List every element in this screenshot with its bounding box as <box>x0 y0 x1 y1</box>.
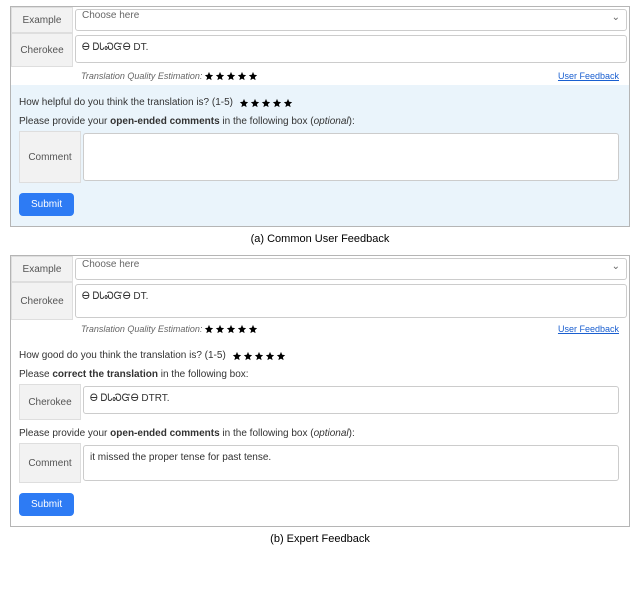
comment-label: Comment <box>19 443 81 483</box>
correction-input[interactable]: Ꮎ ᎠᏓᏍᏳᎾ DTRT. <box>83 386 619 414</box>
star-icon[interactable] <box>261 98 271 108</box>
example-select[interactable]: Choose here <box>75 9 627 31</box>
caption-a: (a) Common User Feedback <box>0 233 640 245</box>
expert-feedback-panel: Example Choose here Cherokee Ꮎ ᎠᏓᏍᏳᎾ DT.… <box>10 255 630 527</box>
star-icon <box>226 324 236 334</box>
quality-estimation-row: Translation Quality Estimation: User Fee… <box>11 67 629 85</box>
quality-stars <box>204 324 258 334</box>
cherokee-output: Ꮎ ᎠᏓᏍᏳᎾ DT. <box>75 284 627 318</box>
comment-label: Comment <box>19 131 81 183</box>
star-icon[interactable] <box>283 98 293 108</box>
comment-input[interactable]: it missed the proper tense for past tens… <box>83 445 619 481</box>
quality-estimation-row: Translation Quality Estimation: User Fee… <box>11 320 629 338</box>
cherokee-label: Cherokee <box>11 282 73 320</box>
helpful-question: How helpful do you think the translation… <box>19 97 621 108</box>
example-label: Example <box>11 256 73 282</box>
good-stars[interactable] <box>232 351 286 361</box>
cherokee-output: Ꮎ ᎠᏓᏍᏳᎾ DT. <box>75 35 627 63</box>
cherokee-label: Cherokee <box>11 33 73 67</box>
comment-input[interactable] <box>83 133 619 181</box>
expert-feedback-area: How good do you think the translation is… <box>11 338 629 526</box>
good-question: How good do you think the translation is… <box>19 350 621 361</box>
submit-button[interactable]: Submit <box>19 493 74 516</box>
user-feedback-link[interactable]: User Feedback <box>558 71 619 81</box>
star-icon <box>248 324 258 334</box>
star-icon <box>204 324 214 334</box>
common-feedback-panel: Example Choose here Cherokee Ꮎ ᎠᏓᏍᏳᎾ DT.… <box>10 6 630 227</box>
comments-prompt: Please provide your open-ended comments … <box>19 116 621 127</box>
common-feedback-area: How helpful do you think the translation… <box>11 85 629 226</box>
submit-button[interactable]: Submit <box>19 193 74 216</box>
star-icon <box>215 71 225 81</box>
cherokee-label: Cherokee <box>19 384 81 420</box>
star-icon[interactable] <box>232 351 242 361</box>
star-icon <box>237 324 247 334</box>
example-label: Example <box>11 7 73 33</box>
star-icon[interactable] <box>250 98 260 108</box>
star-icon[interactable] <box>265 351 275 361</box>
star-icon[interactable] <box>239 98 249 108</box>
helpful-stars[interactable] <box>239 98 293 108</box>
correct-prompt: Please correct the translation in the fo… <box>19 369 621 380</box>
example-select[interactable]: Choose here <box>75 258 627 280</box>
star-icon <box>248 71 258 81</box>
quality-stars <box>204 71 258 81</box>
star-icon <box>215 324 225 334</box>
star-icon[interactable] <box>276 351 286 361</box>
star-icon[interactable] <box>243 351 253 361</box>
comments-prompt: Please provide your open-ended comments … <box>19 428 621 439</box>
star-icon <box>204 71 214 81</box>
caption-b: (b) Expert Feedback <box>0 533 640 545</box>
user-feedback-link[interactable]: User Feedback <box>558 324 619 334</box>
star-icon[interactable] <box>254 351 264 361</box>
star-icon[interactable] <box>272 98 282 108</box>
star-icon <box>237 71 247 81</box>
star-icon <box>226 71 236 81</box>
